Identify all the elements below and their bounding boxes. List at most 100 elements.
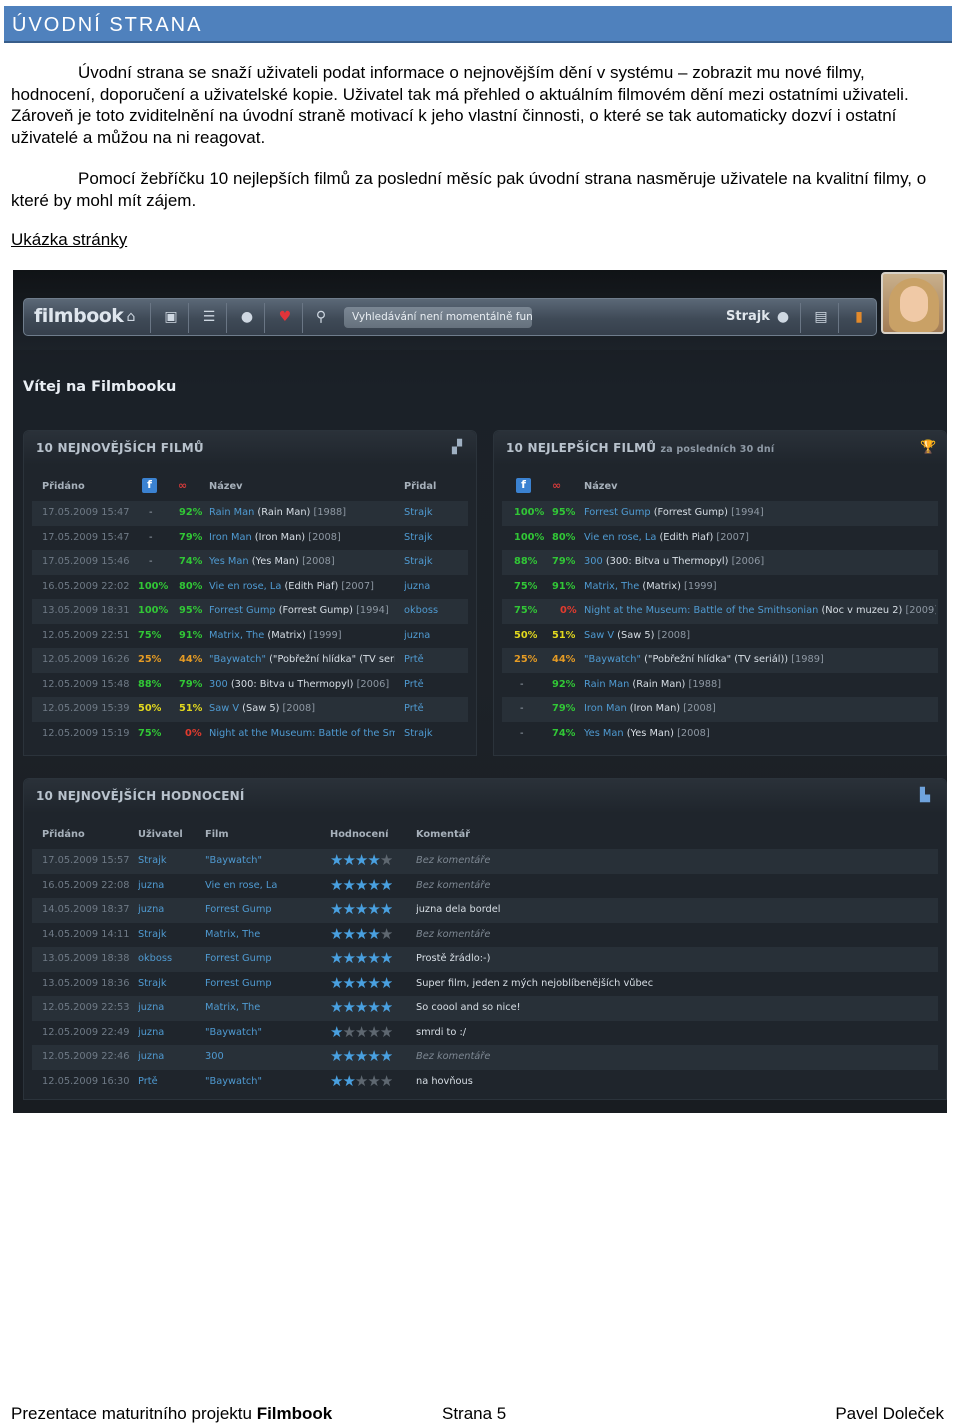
csfd-score: 91% [179,629,203,641]
film-title-link[interactable]: Yes Man [584,728,624,739]
user-link[interactable]: Strajk [138,855,167,866]
added-by-link[interactable]: Prtě [404,654,424,665]
star-icon: ★ [342,924,355,943]
nav-separator [264,303,265,333]
film-title-link[interactable]: Iron Man [209,532,252,543]
user-link[interactable]: juzna [138,1051,164,1062]
add-film-icon[interactable]: ▣ [162,308,180,326]
film-title-link[interactable]: Vie en rose, La [209,581,281,592]
added-by-link[interactable]: Prtě [404,679,424,690]
film-title-link[interactable]: Iron Man [584,703,627,714]
user-link[interactable]: Strajk [138,929,167,940]
added-by-link[interactable]: Prtě [404,703,424,714]
user-link[interactable]: Strajk [138,978,167,989]
film-title-link[interactable]: Matrix, The [584,581,639,592]
added-by-link[interactable]: Strajk [404,532,433,543]
user-link[interactable]: juzna [138,1027,164,1038]
star-icon: ★ [367,900,380,918]
table-row: 17.05.2009 15:47 - 79% Iron Man (Iron Man) … [32,526,468,551]
user-link[interactable]: juzna [138,904,164,915]
film-title-link[interactable]: Night at the Museum: Battle of the Smith… [209,728,395,739]
film-link[interactable]: "Baywatch" [205,1076,262,1087]
home-icon[interactable]: ⌂ [122,308,140,326]
table-row: 100% 80% Vie en rose, La (Edith Piaf) [200… [502,526,938,551]
film-title-link[interactable]: Yes Man [209,556,249,567]
user-icon[interactable]: ● [774,308,792,326]
film-link[interactable]: Vie en rose, La [205,880,277,891]
film-year: [2008] [298,556,335,567]
csfd-score: 95% [552,507,576,518]
added-by-link[interactable]: Strajk [404,556,433,567]
added-date: 12.05.2009 15:19 [42,727,130,739]
film-title-link[interactable]: Rain Man [584,679,629,690]
grid-icon[interactable]: ▞ [452,440,462,455]
film-title-link[interactable]: Vie en rose, La [584,532,656,543]
added-by-link[interactable]: Strajk [404,728,433,739]
added-date: 16.05.2009 22:08 [42,879,130,891]
star-icon: ★ [342,1047,355,1065]
added-by-link[interactable]: okboss [404,605,438,616]
film-title-link[interactable]: "Baywatch" [209,654,266,665]
logout-icon[interactable]: ▮ [850,308,868,326]
film-original-title: (Matrix) [639,580,681,592]
user-link[interactable]: juzna [138,880,164,891]
film-link[interactable]: Forrest Gump [205,978,272,989]
user-link[interactable]: okboss [138,953,172,964]
col-added[interactable]: Přidáno [42,829,85,840]
col-added-by[interactable]: Přidal [404,481,436,492]
table-row: 16.05.2009 22:02 100% 80% Vie en rose, La (… [32,575,468,600]
film-title-link[interactable]: 300 [584,556,603,567]
messages-icon[interactable]: ▤ [812,308,830,326]
film-title-link[interactable]: 300 [209,679,228,690]
col-name[interactable]: Název [584,481,618,492]
comment-text: Bez komentáře [416,1051,491,1062]
col-comment[interactable]: Komentář [416,829,470,840]
bar-chart-icon[interactable]: ▙ [920,788,930,803]
star-icon: ★ [367,1022,380,1041]
col-added[interactable]: Přidáno [42,481,85,492]
col-user[interactable]: Uživatel [138,829,183,840]
film-title-link[interactable]: Saw V [209,703,239,714]
film-link[interactable]: "Baywatch" [205,855,262,866]
added-by-link[interactable]: juzna [404,581,430,592]
film-link[interactable]: 300 [205,1051,224,1062]
star-icon: ★ [330,973,343,992]
film-link[interactable]: Matrix, The [205,1002,260,1013]
film-link[interactable]: Matrix, The [205,929,260,940]
added-date: 13.05.2009 18:36 [42,977,130,989]
filmbook-logo[interactable]: filmbook [34,305,124,327]
nav-separator [800,303,801,333]
search-icon[interactable]: ⚲ [312,308,330,326]
heart-icon[interactable]: ♥ [276,308,294,326]
search-input[interactable]: Vyhledávání není momentálně funkční [344,307,532,328]
film-title-link[interactable]: Night at the Museum: Battle of the Smith… [584,605,818,616]
film-cell: Forrest Gump (Forrest Gump) [1994] [209,605,395,616]
added-date: 14.05.2009 14:11 [42,928,130,940]
col-name[interactable]: Název [209,481,243,492]
table-row: 12.05.2009 15:48 88% 79% 300 (300: Bitva u … [32,673,468,698]
film-title-link[interactable]: Matrix, The [209,630,264,641]
film-title-link[interactable]: Forrest Gump [584,507,651,518]
star-icon: ★ [330,1047,343,1065]
film-title-link[interactable]: Rain Man [209,507,254,518]
film-title-link[interactable]: Saw V [584,630,614,641]
user-link[interactable]: Prtě [138,1076,158,1087]
added-date: 12.05.2009 22:49 [42,1026,130,1038]
col-film[interactable]: Film [205,829,229,840]
film-cell: Matrix, The (Matrix) [1999] [209,630,395,641]
added-by-link[interactable]: juzna [404,630,430,641]
film-link[interactable]: Forrest Gump [205,953,272,964]
avatar[interactable] [881,272,945,334]
film-cell: Yes Man (Yes Man) [2008] [209,556,395,567]
film-title-link[interactable]: "Baywatch" [584,654,641,665]
added-by-link[interactable]: Strajk [404,507,433,518]
users-icon[interactable]: ● [238,308,256,326]
film-title-link[interactable]: Forrest Gump [209,605,276,616]
panel-header: 10 NEJLEPŠÍCH FILMŮ za posledních 30 dní… [494,431,946,465]
user-link[interactable]: juzna [138,1002,164,1013]
film-list-icon[interactable]: ☰ [200,308,218,326]
col-rating[interactable]: Hodnocení [330,829,388,840]
film-link[interactable]: "Baywatch" [205,1027,262,1038]
film-link[interactable]: Forrest Gump [205,904,272,915]
username-label[interactable]: Strajk [726,309,770,324]
